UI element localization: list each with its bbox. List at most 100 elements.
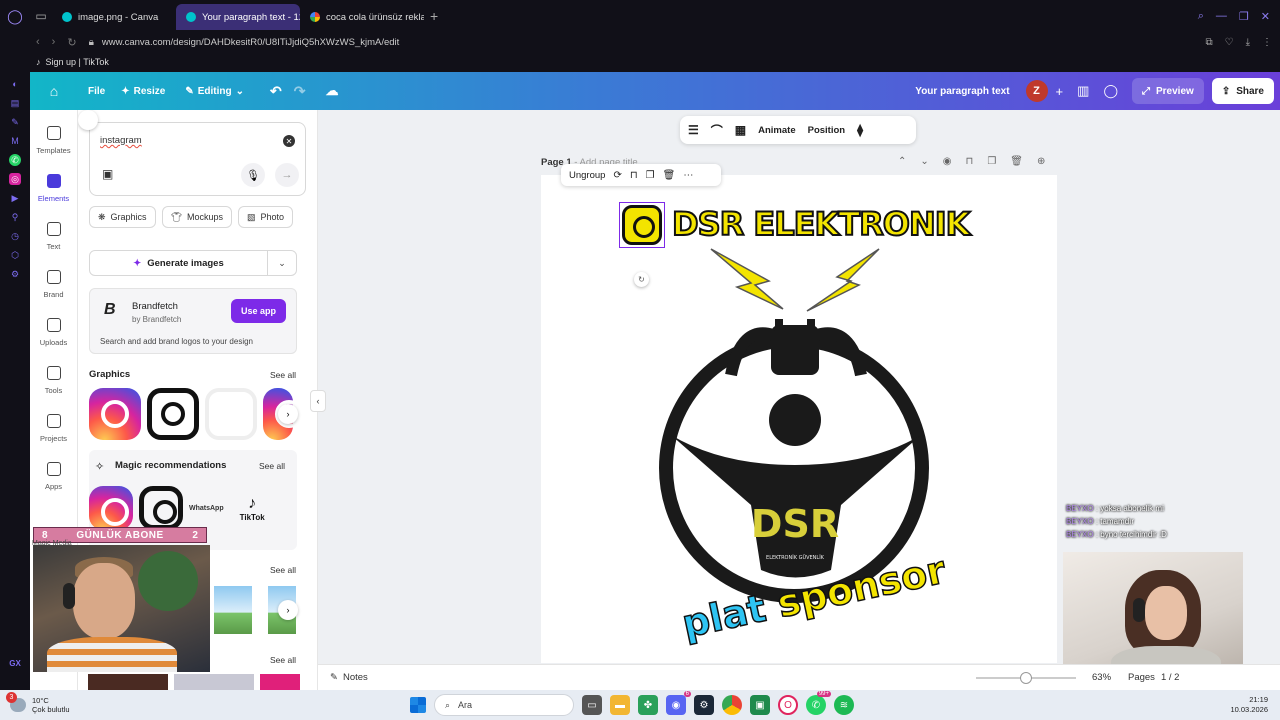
chevron-right-icon[interactable]: › — [278, 404, 298, 424]
magic-see-all-link[interactable]: See all — [259, 461, 285, 471]
align-lines-icon[interactable]: ☰ — [688, 123, 699, 137]
opera-gx-icon[interactable]: O — [778, 695, 798, 715]
more-see-all-link[interactable]: See all — [270, 655, 296, 665]
use-app-button[interactable]: Use app — [230, 299, 286, 323]
aria-icon[interactable]: ◐ — [9, 78, 21, 90]
photos-see-all-link[interactable]: See all — [270, 565, 296, 575]
url-field[interactable]: www.canva.com/design/DAHDkesitR0/U8ITiJj… — [102, 37, 399, 48]
vpn-app-icon[interactable]: ✤ — [638, 695, 658, 715]
duplicate-page-icon[interactable]: ❐ — [987, 156, 996, 167]
rail-brand[interactable]: Brand — [30, 254, 77, 302]
instagram-faded-graphic[interactable] — [205, 388, 257, 440]
selected-instagram-logo[interactable] — [619, 202, 665, 248]
curve-icon[interactable]: ⌒ — [711, 122, 723, 139]
chevron-down-icon[interactable]: ⌄ — [268, 258, 296, 269]
opera-logo-icon[interactable]: ◯ — [0, 0, 30, 32]
image-search-icon[interactable]: ▣ — [102, 167, 113, 181]
rail-templates[interactable]: Templates — [30, 110, 77, 158]
file-menu-button[interactable]: File — [88, 86, 105, 97]
undo-button[interactable]: ↶ — [270, 83, 282, 100]
player-icon[interactable]: ▶ — [9, 192, 21, 204]
photo-thumbnail[interactable] — [174, 674, 254, 690]
music-icon[interactable]: M — [9, 135, 21, 147]
lock-page-icon[interactable]: ⊓ — [966, 156, 974, 167]
close-window-icon[interactable]: ✕ — [1261, 10, 1270, 23]
task-view-icon[interactable]: ▭ — [582, 695, 602, 715]
instagram-black-graphic[interactable] — [147, 388, 199, 440]
add-page-icon[interactable]: ⊕ — [1037, 156, 1045, 167]
steam-icon[interactable]: ⚙ — [694, 695, 714, 715]
ungroup-button[interactable]: Ungroup — [569, 170, 605, 181]
brand-heading[interactable]: DSR ELEKTRONIK — [671, 204, 971, 244]
rail-uploads[interactable]: Uploads — [30, 302, 77, 350]
home-icon[interactable]: ⌂ — [30, 83, 78, 99]
zoom-slider-handle[interactable] — [1020, 672, 1032, 684]
system-clock[interactable]: 21:19 10.03.2026 — [1230, 695, 1268, 715]
insights-icon[interactable]: ▥ — [1077, 83, 1089, 99]
bookmark-tiktok[interactable]: ♪ Sign up | TikTok — [36, 57, 109, 67]
workspace-icon[interactable]: ▤ — [9, 97, 21, 109]
chevron-right-icon[interactable]: › — [278, 600, 298, 620]
comment-icon[interactable]: ◯ — [1103, 83, 1118, 99]
back-icon[interactable]: ‹ — [36, 36, 40, 49]
minimize-icon[interactable]: — — [1216, 10, 1227, 23]
menu-icon[interactable]: ⋮ — [1262, 37, 1272, 48]
forward-icon[interactable]: › — [52, 36, 56, 49]
lock-icon[interactable]: ⊓ — [630, 170, 638, 181]
more-options-icon[interactable]: ⋯ — [683, 170, 693, 181]
rail-projects[interactable]: Projects — [30, 398, 77, 446]
file-explorer-icon[interactable]: ▬ — [610, 695, 630, 715]
chip-graphics[interactable]: ❋ Graphics — [89, 206, 156, 228]
history-icon[interactable]: ◷ — [9, 230, 21, 242]
editing-mode-button[interactable]: ✎ Editing ⌄ — [185, 86, 244, 97]
submit-search-button[interactable]: → — [275, 163, 299, 187]
chevron-down-icon[interactable]: ⌄ — [920, 156, 928, 167]
chrome-icon[interactable] — [722, 695, 742, 715]
position-button[interactable]: Position — [808, 125, 845, 136]
photo-thumbnail[interactable] — [88, 674, 168, 690]
tab-coca-cola[interactable]: coca cola ürünsüz reklam — [300, 4, 424, 30]
spotify-icon[interactable]: ≋ — [834, 695, 854, 715]
search-tabs-icon[interactable]: ⌕ — [1198, 10, 1204, 23]
tab-image-png[interactable]: image.png - Canva — [52, 4, 176, 30]
bookmark-icon[interactable]: ♡ — [1225, 37, 1234, 48]
delete-page-icon[interactable]: 🗑︎ — [1010, 156, 1023, 167]
graphics-see-all-link[interactable]: See all — [270, 370, 296, 380]
discord-icon[interactable]: ◉ 6 — [666, 691, 691, 715]
weather-widget[interactable]: 3 10°C Çok bulutlu — [6, 692, 70, 714]
rail-elements[interactable]: Elements — [30, 158, 77, 206]
avatar[interactable]: Z — [1025, 80, 1048, 102]
cube-icon[interactable]: ⬡ — [9, 249, 21, 261]
rail-tools[interactable]: Tools — [30, 350, 77, 398]
sky-thumbnail[interactable] — [214, 586, 252, 634]
rail-text[interactable]: Text — [30, 206, 77, 254]
rail-apps[interactable]: Apps — [30, 446, 77, 494]
instagram-gradient-graphic[interactable] — [89, 388, 141, 440]
new-tab-button[interactable]: + — [430, 8, 438, 24]
taskbar-search[interactable]: ⌕ Ara — [434, 694, 574, 716]
duplicate-icon[interactable]: ❐ — [646, 170, 655, 181]
design-title[interactable]: Your paragraph text — [915, 86, 1009, 97]
settings-icon[interactable]: ⚙ — [9, 268, 21, 280]
pages-indicator[interactable]: Pages 1 / 2 — [1128, 672, 1179, 683]
tab-overview-icon[interactable]: ▭ — [30, 0, 52, 32]
instagram-icon[interactable]: ◎ — [9, 173, 21, 185]
messenger-icon[interactable]: ✎ — [9, 116, 21, 128]
collapse-panel-button[interactable]: ‹ — [310, 390, 326, 412]
chip-mockups[interactable]: 👕︎ Mockups — [161, 206, 233, 228]
voice-search-button[interactable]: 🎙︎ — [241, 163, 265, 187]
whatsapp-icon[interactable]: ✆ — [9, 154, 21, 166]
whatsapp-taskbar-icon[interactable]: ✆ 99+ — [806, 691, 831, 715]
clear-search-button[interactable]: ✕ — [283, 135, 295, 147]
transparency-icon[interactable]: ▦ — [735, 123, 746, 137]
brandfetch-card[interactable]: B Brandfetch by Brandfetch Use app Searc… — [89, 288, 297, 354]
notes-button[interactable]: ✎ Notes — [330, 672, 368, 683]
delete-icon[interactable]: 🗑︎ — [663, 170, 676, 181]
zoom-value[interactable]: 63% — [1092, 672, 1111, 683]
refresh-icon[interactable]: ⟳ — [613, 170, 621, 181]
extensions-icon[interactable]: ⧉ — [1205, 37, 1212, 48]
cloud-save-icon[interactable]: ☁ — [325, 83, 338, 99]
instagram-gradient-graphic[interactable] — [89, 486, 133, 530]
resize-button[interactable]: ✦ Resize — [121, 86, 165, 97]
redo-button[interactable]: ↷ — [294, 83, 306, 100]
